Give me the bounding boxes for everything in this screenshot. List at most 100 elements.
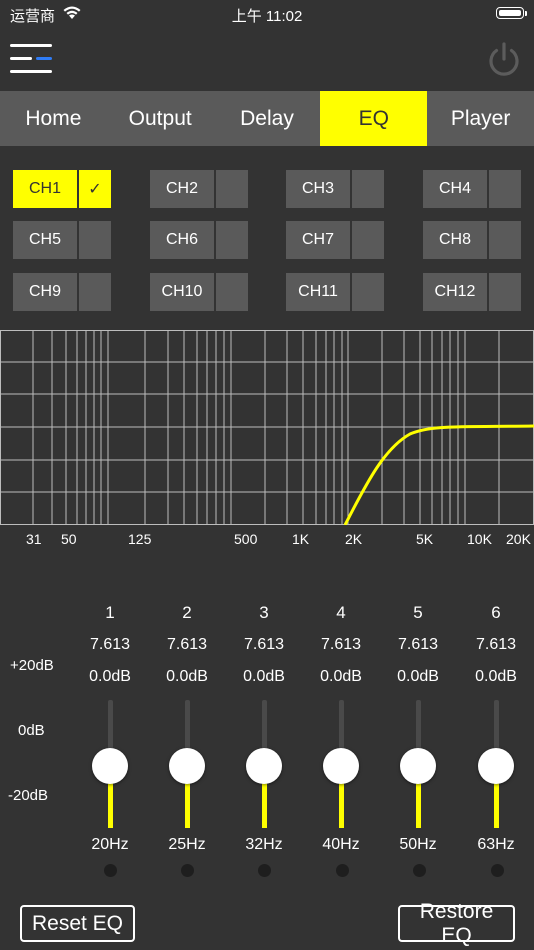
band-number: 3 [259, 603, 269, 622]
channel-label: CH3 [286, 170, 350, 208]
band-slider[interactable] [90, 700, 130, 828]
band-number: 1 [105, 603, 115, 622]
band-indicator-dot [491, 864, 504, 877]
channel-checkbox[interactable] [216, 273, 248, 311]
channel-button-ch2[interactable]: CH2 [150, 170, 248, 208]
slider-thumb[interactable] [400, 748, 436, 784]
band-number: 2 [182, 603, 192, 622]
tab-bar: Home Output Delay EQ Player [0, 91, 534, 146]
band-number: 6 [491, 603, 501, 622]
tab-delay[interactable]: Delay [214, 91, 321, 146]
channel-label: CH4 [423, 170, 487, 208]
slider-thumb[interactable] [323, 748, 359, 784]
channel-label: CH1 [13, 170, 77, 208]
eq-response-graph [0, 330, 534, 525]
channel-checkbox[interactable] [489, 273, 521, 311]
band-indicator-dot [104, 864, 117, 877]
channel-checkbox[interactable] [216, 221, 248, 259]
band-indicator-dot [258, 864, 271, 877]
freq-label: 31 [26, 531, 42, 547]
band-indicator-dot [413, 864, 426, 877]
freq-label: 2K [345, 531, 363, 547]
channel-label: CH8 [423, 221, 487, 259]
tab-output[interactable]: Output [107, 91, 214, 146]
channel-button-ch7[interactable]: CH7 [286, 221, 384, 259]
channel-button-ch5[interactable]: CH5 [13, 221, 111, 259]
channel-checkbox[interactable] [352, 273, 384, 311]
tab-home[interactable]: Home [0, 91, 107, 146]
channel-checkbox[interactable] [352, 170, 384, 208]
tab-player[interactable]: Player [427, 91, 534, 146]
battery-icon [496, 7, 527, 19]
freq-label: 50 [61, 531, 77, 547]
band-gain-value[interactable]: 0.0dB [386, 668, 450, 686]
channel-checkbox[interactable] [79, 221, 111, 259]
slider-thumb[interactable] [169, 748, 205, 784]
channel-checkbox[interactable] [489, 170, 521, 208]
channel-label: CH2 [150, 170, 214, 208]
freq-label: 1K [292, 531, 310, 547]
channel-button-ch1[interactable]: CH1 ✓ [13, 170, 111, 208]
band-q-value[interactable]: 7.613 [78, 636, 142, 654]
band-slider[interactable] [167, 700, 207, 828]
band-q-value[interactable]: 7.613 [155, 636, 219, 654]
band-indicator-dot [336, 864, 349, 877]
channel-checkbox[interactable]: ✓ [79, 170, 111, 208]
band-slider[interactable] [244, 700, 284, 828]
channel-label: CH7 [286, 221, 350, 259]
channel-button-ch8[interactable]: CH8 [423, 221, 521, 259]
band-number: 4 [336, 603, 346, 622]
band-q-value[interactable]: 7.613 [309, 636, 373, 654]
clock: 上午 11:02 [231, 8, 303, 25]
channel-label: CH5 [13, 221, 77, 259]
band-q-value[interactable]: 7.613 [386, 636, 450, 654]
band-slider[interactable] [321, 700, 361, 828]
freq-label: 20K [506, 531, 531, 547]
channel-checkbox[interactable] [79, 273, 111, 311]
band-gain-value[interactable]: 0.0dB [464, 668, 528, 686]
band-indicator-dot [181, 864, 194, 877]
freq-label: 500 [234, 531, 258, 547]
channel-checkbox[interactable] [216, 170, 248, 208]
reset-eq-button[interactable]: Reset EQ [20, 905, 135, 942]
channel-checkbox[interactable] [352, 221, 384, 259]
band-frequency[interactable]: 40Hz [309, 836, 373, 854]
band-q-value[interactable]: 7.613 [232, 636, 296, 654]
channel-label: CH12 [423, 273, 487, 311]
freq-label: 125 [128, 531, 152, 547]
menu-icon[interactable] [10, 44, 54, 74]
slider-thumb[interactable] [246, 748, 282, 784]
channel-button-ch4[interactable]: CH4 [423, 170, 521, 208]
channel-button-ch10[interactable]: CH10 [150, 273, 248, 311]
channel-button-ch9[interactable]: CH9 [13, 273, 111, 311]
band-frequency[interactable]: 25Hz [155, 836, 219, 854]
band-number: 5 [413, 603, 423, 622]
db-min-label: -20dB [8, 787, 49, 804]
band-gain-value[interactable]: 0.0dB [309, 668, 373, 686]
channel-checkbox[interactable] [489, 221, 521, 259]
band-gain-value[interactable]: 0.0dB [155, 668, 219, 686]
channel-button-ch3[interactable]: CH3 [286, 170, 384, 208]
power-icon[interactable] [484, 40, 524, 85]
band-slider[interactable] [398, 700, 438, 828]
channel-button-ch12[interactable]: CH12 [423, 273, 521, 311]
band-slider[interactable] [476, 700, 516, 828]
band-frequency[interactable]: 32Hz [232, 836, 296, 854]
channel-button-ch11[interactable]: CH11 [286, 273, 384, 311]
tab-eq[interactable]: EQ [320, 91, 428, 146]
band-q-value[interactable]: 7.613 [464, 636, 528, 654]
band-gain-value[interactable]: 0.0dB [78, 668, 142, 686]
channel-label: CH6 [150, 221, 214, 259]
restore-eq-button[interactable]: Restore EQ [398, 900, 515, 947]
channel-button-ch6[interactable]: CH6 [150, 221, 248, 259]
band-gain-value[interactable]: 0.0dB [232, 668, 296, 686]
status-bar: 运营商 上午 11:02 [0, 0, 534, 30]
band-frequency[interactable]: 63Hz [464, 836, 528, 854]
slider-thumb[interactable] [478, 748, 514, 784]
band-frequency[interactable]: 50Hz [386, 836, 450, 854]
slider-thumb[interactable] [92, 748, 128, 784]
channel-label: CH11 [286, 273, 350, 311]
freq-label: 5K [416, 531, 434, 547]
channel-label: CH9 [13, 273, 77, 311]
band-frequency[interactable]: 20Hz [78, 836, 142, 854]
